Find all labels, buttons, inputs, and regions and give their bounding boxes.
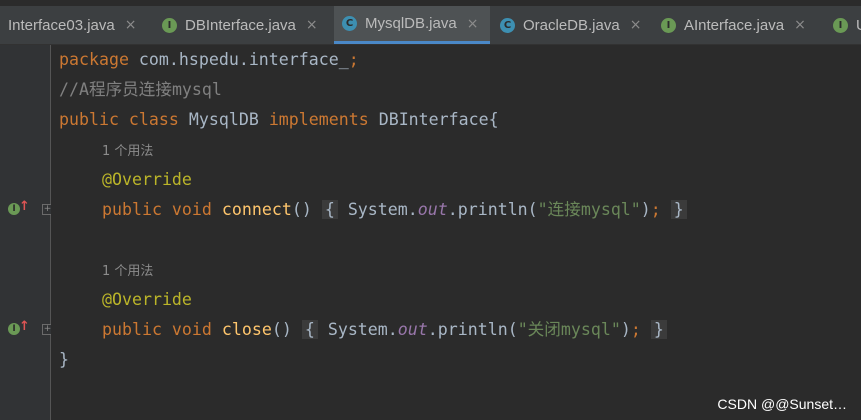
semicolon: ; [348,50,359,69]
system-ref: System. [317,320,398,339]
interface-icon: I [661,17,676,33]
tab-u[interactable]: I U [833,6,861,44]
tab-ainterface[interactable]: I AInterface.java × [661,6,821,44]
folded-brace-close[interactable]: } [650,320,667,339]
out-field: out [417,200,448,219]
comment: //A程序员连接mysql [59,80,222,99]
tab-label: DBInterface.java [185,16,296,34]
code-line-comment: //A程序员连接mysql [59,75,222,105]
arrow-up-icon[interactable]: ↑ [19,199,30,214]
arrow-up-icon[interactable]: ↑ [19,319,30,334]
tab-label: MysqlDB.java [365,15,457,32]
annotation: @Override [102,170,192,189]
println-call: .println( [427,320,518,339]
tab-label: Interface03.java [8,16,115,34]
interface-name: DBInterface{ [368,110,499,129]
keyword: implements [268,110,369,129]
watermark: CSDN @@Sunset… [717,396,847,412]
close-paren: ) [620,320,631,339]
tab-mysqldb[interactable]: C MysqlDB.java × [334,6,490,44]
close-icon[interactable]: × [306,17,318,33]
tab-oracledb[interactable]: C OracleDB.java × [500,6,650,44]
semicolon: ; [630,320,641,339]
code-line-class-close: } [59,345,69,375]
system-ref: System. [337,200,418,219]
interface-icon: I [833,17,848,33]
keyword: public void [102,200,212,219]
close-paren: ) [640,200,651,219]
folded-brace-close[interactable]: } [670,200,687,219]
class-icon: C [500,17,515,33]
string-literal: "关闭mysql" [517,320,621,339]
parens: () [271,320,292,339]
class-close-brace: } [59,350,69,369]
interface-icon: I [162,17,177,33]
parens: () [291,200,312,219]
code-line-annotation: @Override [59,285,192,315]
tab-label: AInterface.java [684,16,785,34]
code-line-connect: public void connect() { System.out.print… [59,195,687,225]
close-icon[interactable]: × [794,17,806,33]
code-line-package: package com.hspedu.interface_; [59,45,359,75]
keyword: public void [102,320,212,339]
out-field: out [397,320,428,339]
tab-interface03[interactable]: Interface03.java × [0,6,162,44]
string-literal: "连接mysql" [537,200,641,219]
annotation: @Override [102,290,192,309]
code-editor[interactable]: package com.hspedu.interface_; //A程序员连接m… [51,45,861,420]
usage-hint[interactable]: 1 个用法 [59,255,153,285]
tab-dbinterface[interactable]: I DBInterface.java × [162,6,332,44]
code-line-annotation: @Override [59,165,192,195]
class-icon: C [342,16,357,31]
semicolon: ; [650,200,661,219]
usage-hint[interactable]: 1 个用法 [59,135,153,165]
code-line-class-decl: public class MysqlDB implements DBInterf… [59,105,499,135]
code-line-close: public void close() { System.out.println… [59,315,667,345]
usage-hint-text: 1 个用法 [102,264,154,279]
editor-gutter: I ↑ + I ↑ + [0,45,53,420]
editor-tab-bar: Interface03.java × I DBInterface.java × … [0,6,861,45]
folded-brace-open[interactable]: { [321,200,338,219]
method-name: close [221,320,272,339]
method-name: connect [221,200,292,219]
keyword: public class [59,110,179,129]
class-name: MysqlDB [178,110,269,129]
tab-label: OracleDB.java [523,16,620,34]
keyword: package [59,50,129,69]
close-icon[interactable]: × [467,16,479,32]
usage-hint-text: 1 个用法 [102,144,154,159]
tab-label: U [856,17,861,34]
close-icon[interactable]: × [125,17,137,33]
close-icon[interactable]: × [630,17,642,33]
println-call: .println( [447,200,538,219]
folded-brace-open[interactable]: { [301,320,318,339]
package-name: com.hspedu.interface_ [128,50,349,69]
